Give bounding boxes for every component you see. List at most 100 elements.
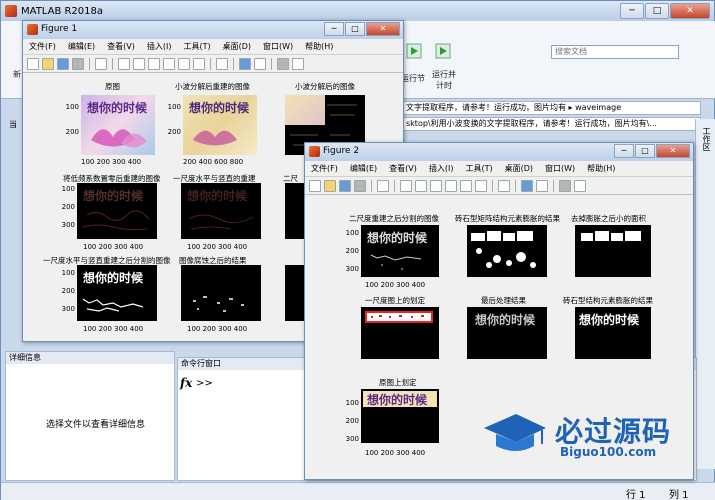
legend-icon[interactable] xyxy=(254,57,266,70)
data-cursor-icon[interactable] xyxy=(178,57,190,70)
fx-icon[interactable]: fx xyxy=(180,376,192,390)
data-cursor-icon[interactable] xyxy=(460,179,472,192)
main-window-title: MATLAB R2018a xyxy=(21,5,104,17)
new-button-label[interactable]: 新 xyxy=(13,69,21,80)
hide-plot-tools-icon[interactable] xyxy=(277,57,289,70)
zoom-out-icon[interactable] xyxy=(415,179,427,192)
figure-1-close-button[interactable]: ✕ xyxy=(366,22,400,36)
status-row: 行 1 xyxy=(626,490,646,500)
y-tick: 300 xyxy=(345,265,359,273)
toolbar-separator xyxy=(394,179,395,192)
close-button[interactable]: ✕ xyxy=(670,3,710,19)
print-icon[interactable] xyxy=(72,57,84,70)
rotate-icon[interactable] xyxy=(445,179,457,192)
show-plot-tools-icon[interactable] xyxy=(574,179,586,192)
menu-help[interactable]: 帮助(H) xyxy=(305,41,333,52)
pointer-icon[interactable] xyxy=(377,179,389,192)
zoom-in-icon[interactable] xyxy=(400,179,412,192)
print-icon[interactable] xyxy=(354,179,366,192)
show-plot-tools-icon[interactable] xyxy=(292,57,304,70)
open-file-icon[interactable] xyxy=(42,57,54,70)
segmented-image: 想你的时候 xyxy=(77,265,157,321)
new-figure-icon[interactable] xyxy=(309,179,321,192)
figure-1-toolbar xyxy=(23,55,403,73)
menu-view[interactable]: 查看(V) xyxy=(107,41,135,52)
diamond-structure-dilation-image: 想你的时候 xyxy=(575,307,651,359)
link-plot-icon[interactable] xyxy=(498,179,510,192)
toolbar-separator xyxy=(112,57,113,70)
subplot-title: 砖石型矩阵结构元素膨胀的结果 xyxy=(455,214,560,223)
menu-tools[interactable]: 工具(T) xyxy=(465,163,492,174)
menu-desktop[interactable]: 桌面(D) xyxy=(505,163,533,174)
figure-1-menubar: 文件(F) 编辑(E) 查看(V) 插入(I) 工具(T) 桌面(D) 窗口(W… xyxy=(23,39,403,55)
menu-window[interactable]: 窗口(W) xyxy=(545,163,575,174)
search-docs-input[interactable]: 搜索文档 xyxy=(551,45,679,59)
y-tick: 200 xyxy=(65,128,79,136)
current-folder-subpath[interactable]: sktop\利用小波变换的文字提取程序，请参考！运行成功，图片均有\... xyxy=(401,117,701,131)
save-icon[interactable] xyxy=(339,179,351,192)
pan-icon[interactable] xyxy=(148,57,160,70)
minimize-button[interactable]: ─ xyxy=(620,3,644,19)
command-prompt[interactable]: >> xyxy=(196,378,213,389)
x-ticks: 100 200 300 400 xyxy=(83,325,144,333)
legend-icon[interactable] xyxy=(536,179,548,192)
rotate-icon[interactable] xyxy=(163,57,175,70)
toolbar-separator xyxy=(492,179,493,192)
menu-insert[interactable]: 插入(I) xyxy=(429,163,454,174)
status-bar: 行 1 列 1 xyxy=(1,482,715,500)
colorbar-icon[interactable] xyxy=(521,179,533,192)
open-file-icon[interactable] xyxy=(324,179,336,192)
image-caption-text: 想你的时候 xyxy=(367,393,428,407)
figure-2-minimize-button[interactable]: ─ xyxy=(614,144,634,158)
figure-1-maximize-button[interactable]: □ xyxy=(345,22,365,36)
hide-plot-tools-icon[interactable] xyxy=(559,179,571,192)
current-folder-path[interactable]: 文字提取程序，请参考！运行成功，图片均有 ▸ waveimage xyxy=(401,101,701,115)
menu-edit[interactable]: 编辑(E) xyxy=(350,163,377,174)
figure-2-maximize-button[interactable]: □ xyxy=(635,144,655,158)
y-tick: 300 xyxy=(345,435,359,443)
save-icon[interactable] xyxy=(57,57,69,70)
brush-icon[interactable] xyxy=(475,179,487,192)
pan-icon[interactable] xyxy=(430,179,442,192)
run-section-icon[interactable] xyxy=(406,43,422,59)
y-tick: 200 xyxy=(167,128,181,136)
image-caption-text: 想你的时候 xyxy=(87,101,148,115)
zoom-in-icon[interactable] xyxy=(118,57,130,70)
toolbar-separator xyxy=(515,179,516,192)
pointer-icon[interactable] xyxy=(95,57,107,70)
figure-1-minimize-button[interactable]: ─ xyxy=(324,22,344,36)
new-figure-icon[interactable] xyxy=(27,57,39,70)
original-image: 想你的时候 xyxy=(81,95,155,155)
menu-file[interactable]: 文件(F) xyxy=(311,163,338,174)
menu-file[interactable]: 文件(F) xyxy=(29,41,56,52)
zoom-out-icon[interactable] xyxy=(133,57,145,70)
x-ticks: 200 400 600 800 xyxy=(183,158,244,166)
x-ticks: 100 200 300 400 xyxy=(365,449,426,457)
menu-insert[interactable]: 插入(I) xyxy=(147,41,172,52)
run-and-time-icon[interactable] xyxy=(435,43,451,59)
menu-window[interactable]: 窗口(W) xyxy=(263,41,293,52)
menu-view[interactable]: 查看(V) xyxy=(389,163,417,174)
menu-help[interactable]: 帮助(H) xyxy=(587,163,615,174)
figure-1-titlebar[interactable]: Figure 1 ─ □ ✕ xyxy=(23,21,403,39)
figure-2-titlebar[interactable]: Figure 2 ─ □ ✕ xyxy=(305,143,693,161)
y-tick: 200 xyxy=(61,287,75,295)
workspace-panel[interactable]: 工作区 xyxy=(695,119,715,469)
maximize-button[interactable]: □ xyxy=(645,3,669,19)
figure-2-close-button[interactable]: ✕ xyxy=(656,144,690,158)
y-tick: 100 xyxy=(345,399,359,407)
watermark-url: Biguo100.com xyxy=(560,445,657,459)
menu-desktop[interactable]: 桌面(D) xyxy=(223,41,251,52)
graduation-cap-icon xyxy=(484,414,546,451)
colorbar-icon[interactable] xyxy=(239,57,251,70)
run-and-time-label: 运行并 计时 xyxy=(432,70,456,90)
subplot-title: 一尺度图上的划定 xyxy=(365,296,425,305)
subplot-title: 最后处理结果 xyxy=(481,296,526,305)
menu-edit[interactable]: 编辑(E) xyxy=(68,41,95,52)
link-plot-icon[interactable] xyxy=(216,57,228,70)
figure-2-menubar: 文件(F) 编辑(E) 查看(V) 插入(I) 工具(T) 桌面(D) 窗口(W… xyxy=(305,161,693,177)
y-tick: 200 xyxy=(345,417,359,425)
menu-tools[interactable]: 工具(T) xyxy=(183,41,210,52)
y-tick: 200 xyxy=(345,247,359,255)
brush-icon[interactable] xyxy=(193,57,205,70)
